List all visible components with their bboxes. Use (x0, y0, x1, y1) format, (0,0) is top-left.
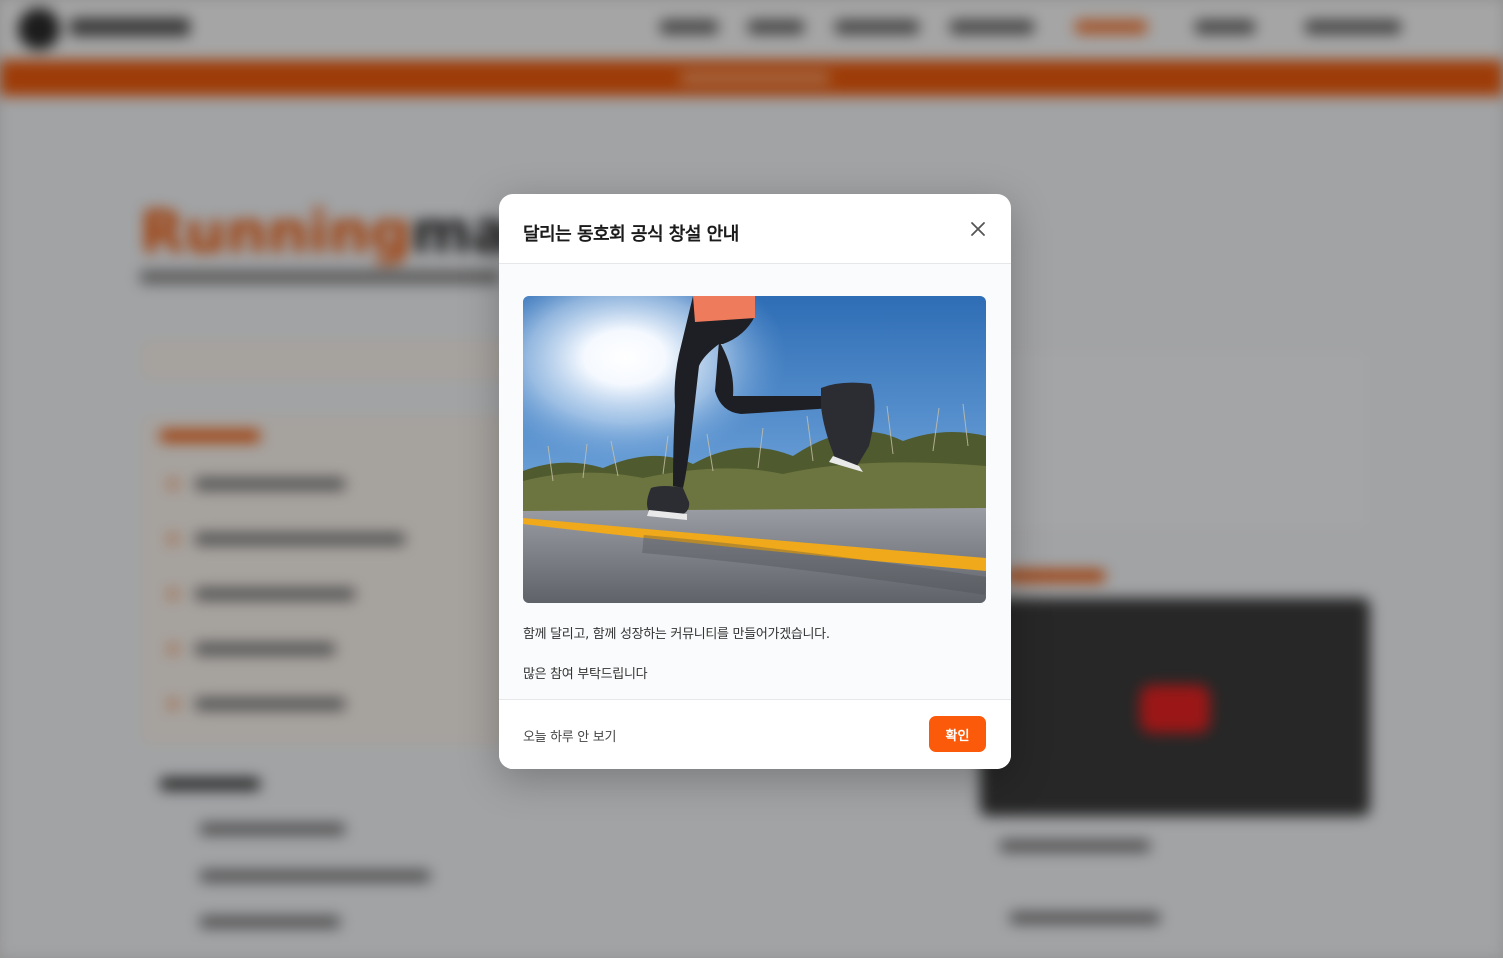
modal-header: 달리는 동호회 공식 창설 안내 (499, 194, 1011, 264)
runner-photo-image (523, 296, 986, 603)
close-button[interactable] (965, 216, 991, 242)
message-line-1: 함께 달리고, 함께 성장하는 커뮤니티를 만들어가겠습니다. (523, 627, 830, 642)
close-icon (971, 222, 985, 236)
confirm-button[interactable]: 확인 (929, 716, 986, 752)
runner-photo (523, 296, 986, 603)
modal-footer: 오늘 하루 안 보기 확인 (499, 699, 1011, 769)
announcement-modal: 달리는 동호회 공식 창설 안내 함께 달리고, 함께 성장하는 커뮤니티를 만… (499, 194, 1011, 769)
dont-show-today-button[interactable]: 오늘 하루 안 보기 (523, 726, 616, 745)
modal-body: 함께 달리고, 함께 성장하는 커뮤니티를 만들어가겠습니다. 많은 참여 부탁… (499, 264, 1011, 699)
modal-title: 달리는 동호회 공식 창설 안내 (523, 224, 739, 245)
message-line-2: 많은 참여 부탁드립니다 (523, 667, 648, 682)
